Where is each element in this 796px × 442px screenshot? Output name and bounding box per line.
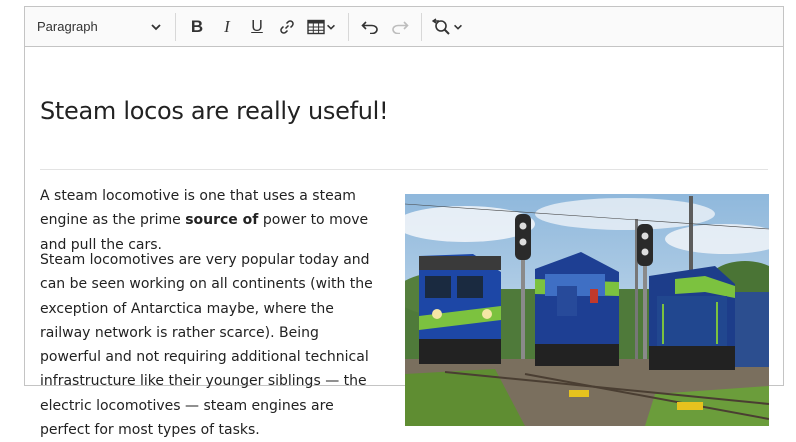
- link-icon: [280, 19, 294, 34]
- locomotive-photo: [405, 194, 769, 426]
- underline-icon: U: [251, 17, 263, 35]
- paragraph-2: Steam locomotives are very popular today…: [40, 252, 373, 439]
- undo-icon: [361, 20, 378, 34]
- redo-button[interactable]: [385, 12, 415, 42]
- redo-icon: [392, 20, 409, 34]
- table-icon: [307, 19, 325, 34]
- italic-icon: I: [224, 16, 230, 36]
- undo-button[interactable]: [355, 12, 385, 42]
- bold-icon: B: [190, 16, 204, 36]
- chevron-down-icon: [151, 23, 161, 30]
- content-heading: Steam locos are really useful!: [40, 97, 389, 125]
- rich-text-editor: Paragraph B I U Steam locos are really u…: [24, 6, 784, 438]
- paragraph-1: A steam locomotive is one that uses a st…: [40, 184, 382, 257]
- find-replace-button[interactable]: [428, 12, 468, 42]
- find-replace-icon: [432, 17, 450, 35]
- heading-dropdown-label: Paragraph: [37, 19, 98, 34]
- underline-button[interactable]: U: [242, 12, 272, 42]
- toolbar-separator: [421, 12, 422, 41]
- editor-toolbar: Paragraph B I U: [25, 7, 783, 47]
- paragraph-1-bold-text: source of: [185, 212, 259, 229]
- insert-table-button[interactable]: [302, 12, 342, 42]
- chevron-down-icon: [327, 24, 335, 30]
- toolbar-separator: [348, 12, 349, 41]
- italic-button[interactable]: I: [212, 12, 242, 42]
- toolbar-separator: [175, 12, 176, 41]
- link-button[interactable]: [272, 12, 302, 42]
- locomotive-image[interactable]: [405, 194, 769, 426]
- bold-button[interactable]: B: [182, 12, 212, 42]
- heading-divider: [40, 169, 768, 170]
- heading-dropdown[interactable]: Paragraph: [31, 12, 169, 42]
- chevron-down-icon: [454, 24, 462, 30]
